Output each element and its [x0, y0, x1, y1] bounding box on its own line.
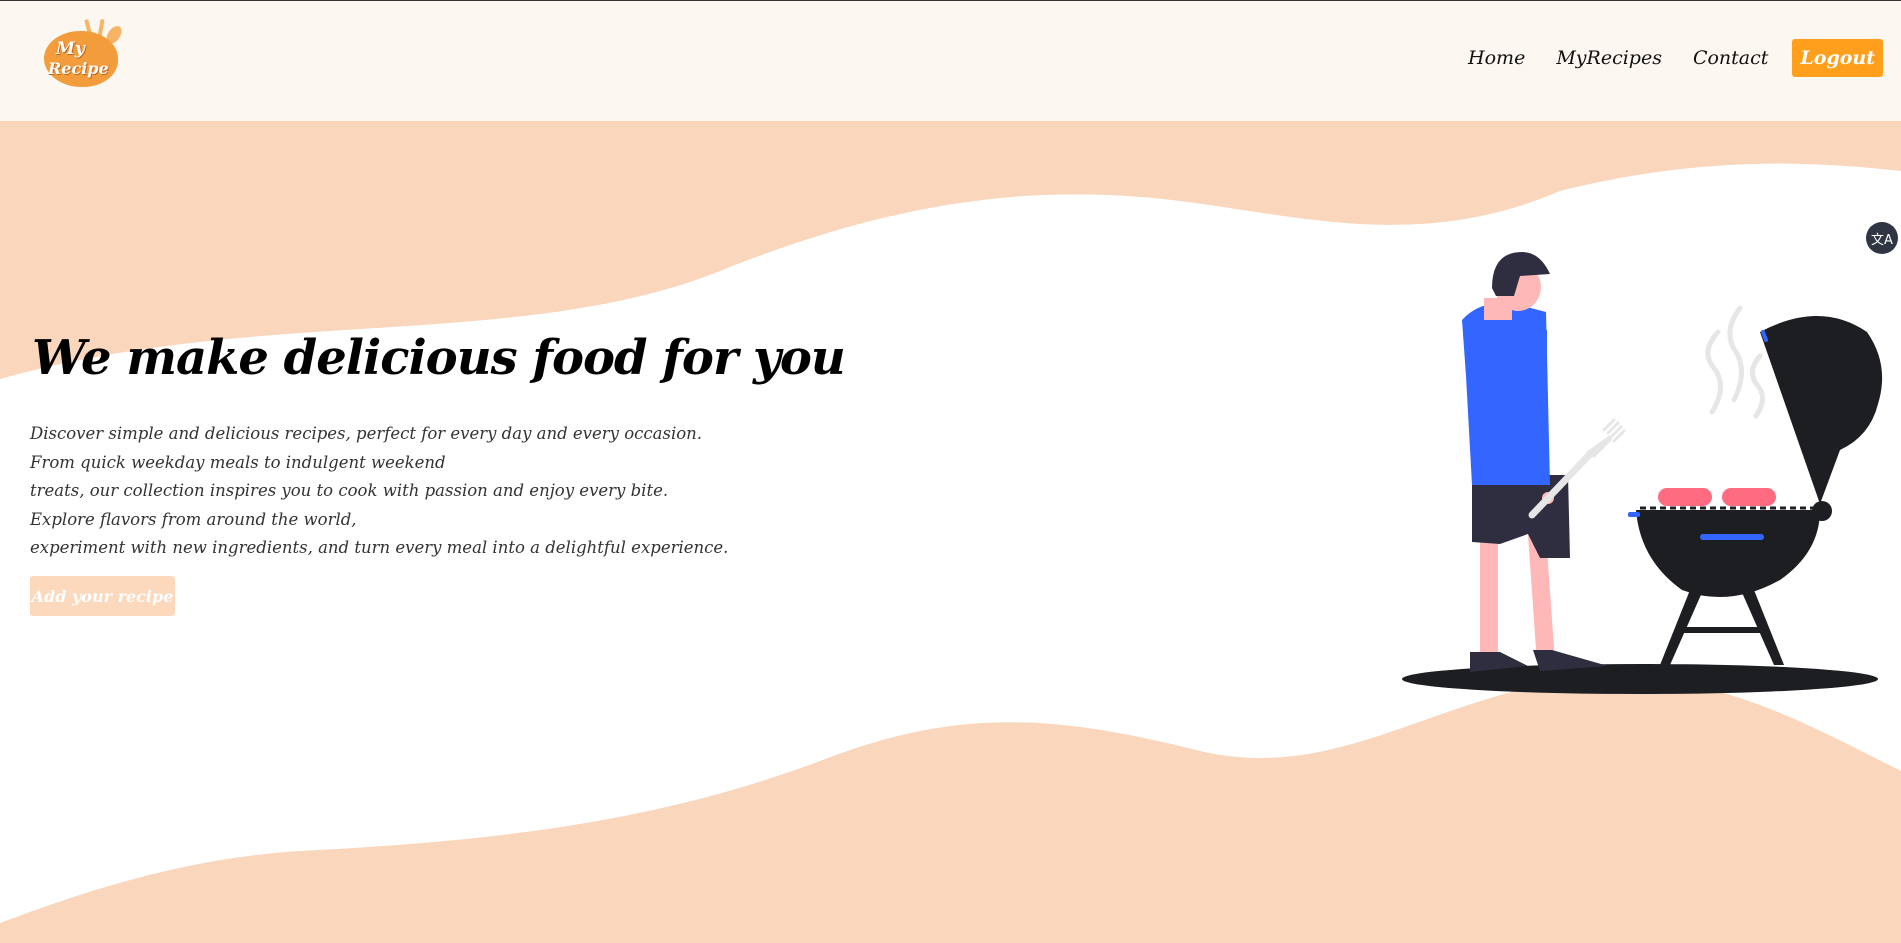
- logo-text-recipe: Recipe: [48, 59, 109, 78]
- sausage: [1722, 488, 1776, 506]
- sausage: [1658, 488, 1712, 506]
- description-line: treats, our collection inspires you to c…: [30, 481, 669, 500]
- hero-description: Discover simple and delicious recipes, p…: [30, 420, 728, 563]
- nav-link-myrecipes[interactable]: MyRecipes: [1556, 47, 1662, 69]
- description-line: Explore flavors from around the world,: [30, 509, 357, 529]
- logo-text-my: My: [56, 39, 85, 59]
- description-line: From quick weekday meals to indulgent we…: [30, 452, 446, 472]
- my-recipe-logo[interactable]: My Recipe: [40, 17, 130, 89]
- navbar: My Recipe Home MyRecipes Contact Logout: [0, 1, 1901, 121]
- nav-link-home[interactable]: Home: [1468, 47, 1525, 69]
- description-line: experiment with new ingredients, and tur…: [30, 538, 729, 557]
- description-line: Discover simple and delicious recipes, p…: [30, 424, 703, 443]
- nav-link-contact[interactable]: Contact: [1693, 47, 1768, 69]
- grill-lid: [1760, 316, 1883, 504]
- nav-links: Home MyRecipes Contact Logout: [1437, 39, 1883, 77]
- add-recipe-button[interactable]: Add your recipe: [30, 576, 175, 616]
- translate-icon[interactable]: 文A: [1866, 222, 1898, 254]
- hero-headline: We make delicious food for you: [32, 330, 846, 386]
- grilling-man-illustration: [1402, 252, 1883, 694]
- smoke: [1705, 329, 1723, 415]
- logout-button[interactable]: Logout: [1792, 39, 1883, 77]
- grill-bowl: [1636, 510, 1820, 598]
